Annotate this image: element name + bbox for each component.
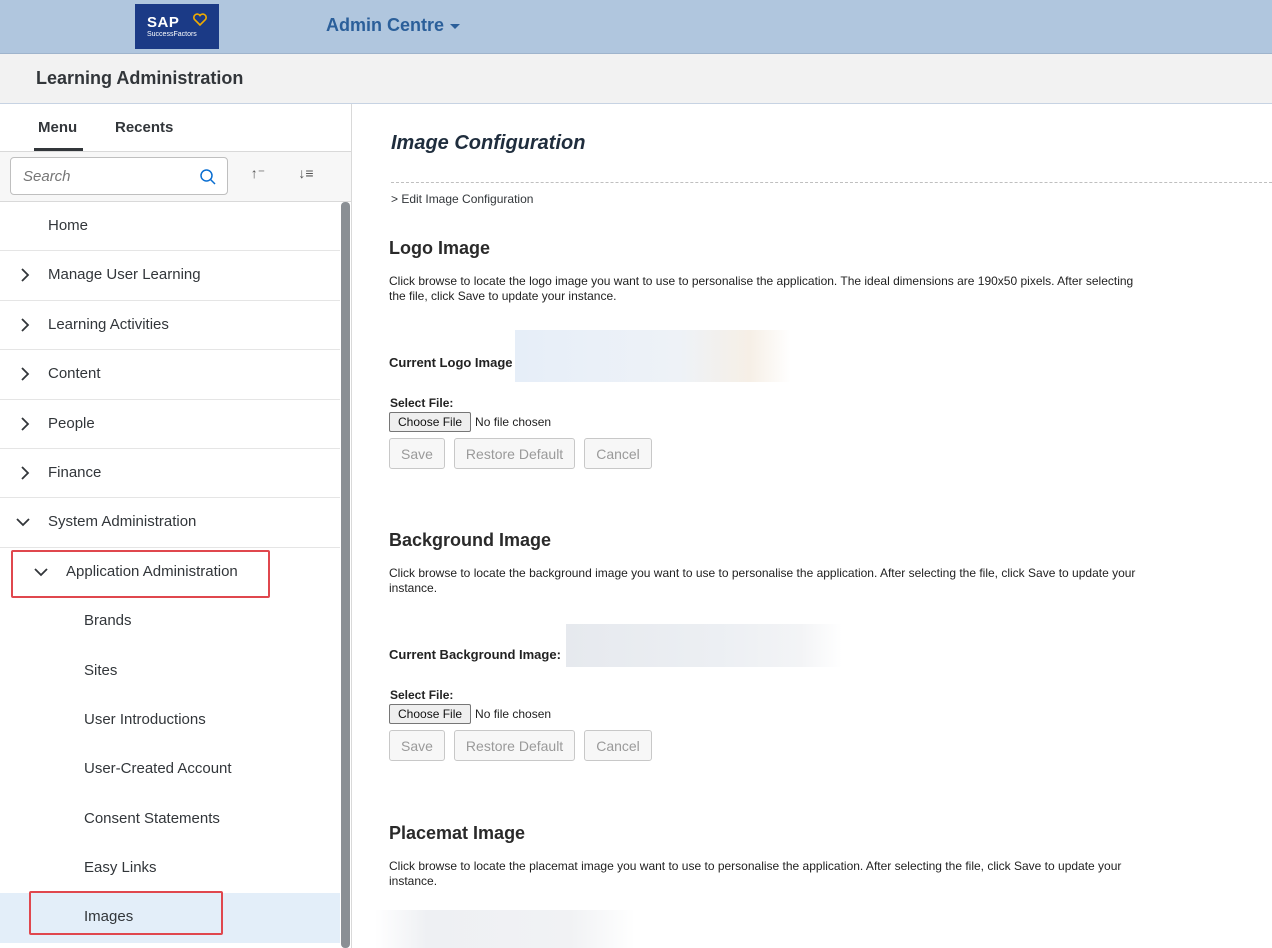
sidebar-item-user-created-account[interactable]: User-Created Account [0, 745, 340, 794]
logo-brand: SAP [147, 13, 180, 31]
sap-successfactors-logo[interactable]: SAP SuccessFactors [135, 4, 219, 49]
no-file-text: No file chosen [475, 707, 552, 721]
background-image-section: Background Image Click browse to locate … [389, 530, 1169, 770]
sidebar-item-images[interactable]: Images [0, 893, 340, 943]
sidebar-item-manage-user-learning[interactable]: Manage User Learning [0, 251, 340, 301]
sidebar-item-finance[interactable]: Finance [0, 449, 340, 499]
admin-centre-label: Admin Centre [326, 15, 445, 35]
sidebar-item-label: Consent Statements [84, 809, 220, 827]
action-buttons: Save Restore Default Cancel [389, 730, 661, 761]
search-box [10, 157, 228, 195]
sidebar-item-label: Finance [48, 463, 102, 481]
tab-menu[interactable]: Menu [38, 119, 77, 136]
sidebar-item-label: User-Created Account [84, 760, 232, 778]
sidebar-item-label: Sites [84, 661, 118, 679]
choose-file-button[interactable]: Choose File [389, 704, 472, 724]
section-heading: Background Image [389, 530, 552, 550]
sidebar-scrollbar[interactable] [341, 202, 350, 948]
caret-down-icon [450, 24, 461, 29]
search-row: ↑⁻ ↓≡ [0, 152, 351, 202]
active-tab-indicator [34, 148, 83, 151]
save-button[interactable]: Save [389, 730, 445, 761]
section-heading: Placemat Image [389, 823, 526, 843]
cancel-button[interactable]: Cancel [584, 730, 652, 761]
select-file-label: Select File: [390, 688, 454, 702]
main-content: Image Configuration > Edit Image Configu… [353, 104, 1272, 948]
current-background-preview [566, 624, 842, 667]
sidebar-item-system-administration[interactable]: System Administration [0, 498, 340, 548]
file-picker: Choose File No file chosen [389, 704, 551, 724]
sidebar-item-label: Brands [84, 612, 132, 630]
restore-default-button[interactable]: Restore Default [453, 438, 576, 469]
no-file-text: No file chosen [475, 415, 552, 429]
sidebar-item-learning-activities[interactable]: Learning Activities [0, 301, 340, 351]
search-icon[interactable] [199, 168, 217, 186]
sidebar-item-label: Easy Links [84, 859, 157, 877]
chevron-right-icon [21, 367, 30, 381]
content-title: Image Configuration [391, 132, 586, 154]
sidebar-item-brands[interactable]: Brands [0, 597, 340, 646]
section-description: Click browse to locate the background im… [389, 566, 1136, 595]
sort-ascending-icon[interactable]: ↑⁻ [246, 165, 270, 187]
sidebar-item-label: System Administration [48, 513, 197, 531]
action-buttons: Save Restore Default Cancel [389, 438, 661, 469]
sidebar-item-label: People [48, 414, 95, 432]
current-background-label: Current Background Image: [389, 647, 561, 662]
search-input[interactable] [11, 158, 181, 194]
sidebar-item-user-introductions[interactable]: User Introductions [0, 696, 340, 745]
sidebar-item-content[interactable]: Content [0, 350, 340, 400]
sidebar-item-easy-links[interactable]: Easy Links [0, 844, 340, 893]
page-title: Learning Administration [36, 68, 244, 88]
section-description: Click browse to locate the placemat imag… [389, 859, 1122, 888]
save-button[interactable]: Save [389, 438, 445, 469]
select-file-label: Select File: [390, 396, 454, 410]
sort-descending-icon[interactable]: ↓≡ [294, 165, 318, 187]
sidebar-item-label: Learning Activities [48, 315, 169, 333]
admin-centre-menu[interactable]: Admin Centre [326, 15, 461, 36]
section-heading: Logo Image [389, 238, 491, 258]
sidebar-item-sites[interactable]: Sites [0, 647, 340, 696]
sidebar-item-people[interactable]: People [0, 400, 340, 449]
page-header: Learning Administration [0, 54, 1272, 104]
nav-list: Home Manage User Learning Learning Activ… [0, 202, 340, 943]
sidebar-item-application-administration[interactable]: Application Administration [0, 548, 340, 597]
breadcrumb: > Edit Image Configuration [391, 192, 534, 206]
file-picker: Choose File No file chosen [389, 412, 551, 432]
current-logo-label: Current Logo Image [389, 355, 513, 370]
sidebar-item-consent-statements[interactable]: Consent Statements [0, 795, 340, 844]
heart-icon [193, 13, 207, 26]
divider [391, 182, 1272, 183]
sidebar-tabs: Menu Recents [0, 104, 351, 152]
chevron-right-icon [21, 416, 30, 431]
chevron-right-icon [21, 466, 30, 480]
chevron-down-icon [34, 568, 48, 577]
chevron-down-icon [16, 518, 30, 527]
sidebar-item-label: Manage User Learning [48, 266, 201, 284]
choose-file-button[interactable]: Choose File [389, 412, 472, 432]
logo-product: SuccessFactors [147, 30, 197, 38]
sidebar-item-home[interactable]: Home [0, 202, 340, 252]
current-logo-preview [515, 330, 791, 382]
sidebar-item-label: Home [48, 217, 89, 234]
sidebar-item-label: Application Administration [66, 562, 238, 580]
sidebar-item-label: Images [84, 908, 134, 926]
chevron-right-icon [21, 268, 30, 283]
current-placemat-preview [375, 910, 635, 948]
shell-bar: SAP SuccessFactors Admin Centre [0, 0, 1272, 54]
section-description: Click browse to locate the logo image yo… [389, 274, 1134, 303]
sidebar: Menu Recents ↑⁻ ↓≡ Home Manage User Lear… [0, 104, 352, 948]
tab-recents[interactable]: Recents [115, 119, 173, 136]
sidebar-item-label: Content [48, 365, 101, 383]
cancel-button[interactable]: Cancel [584, 438, 652, 469]
sidebar-item-label: User Introductions [84, 710, 206, 728]
chevron-right-icon [21, 318, 30, 332]
logo-image-section: Logo Image Click browse to locate the lo… [389, 238, 1169, 478]
restore-default-button[interactable]: Restore Default [453, 730, 576, 761]
